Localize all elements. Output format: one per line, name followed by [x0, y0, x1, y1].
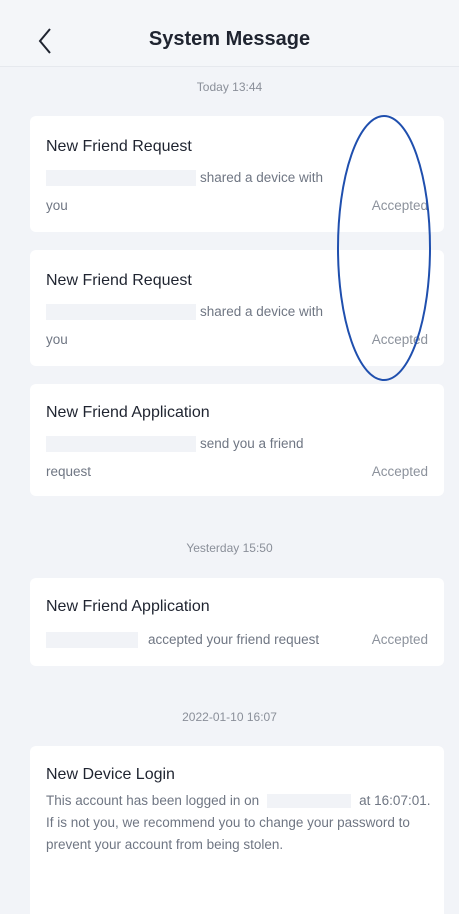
- message-card-friend-application-1[interactable]: New Friend Application send you a friend…: [30, 384, 444, 496]
- message-card-friend-application-2[interactable]: New Friend Application accepted your fri…: [30, 578, 444, 666]
- message-title: New Device Login: [46, 766, 175, 783]
- status-label: Accepted: [371, 198, 428, 213]
- message-text: send you a friend: [200, 436, 304, 451]
- page-title: System Message: [148, 28, 311, 50]
- status-label: Accepted: [371, 632, 428, 647]
- message-card-friend-request-2[interactable]: New Friend Request shared a device with …: [30, 250, 444, 366]
- timestamp-today: Today 13:44: [196, 80, 263, 94]
- message-text: accepted your friend request: [148, 632, 320, 647]
- message-title: New Friend Request: [46, 272, 192, 289]
- message-text: shared a device with: [200, 304, 324, 319]
- redacted-name: [46, 170, 196, 186]
- status-label: Accepted: [371, 332, 428, 347]
- timestamp-yesterday: Yesterday 15:50: [186, 541, 273, 555]
- redacted-name: [46, 632, 138, 648]
- message-title: New Friend Request: [46, 138, 192, 155]
- message-title: New Friend Application: [46, 598, 210, 615]
- message-body: This account has been logged in on at 16:…: [46, 790, 436, 856]
- redacted-name: [46, 304, 196, 320]
- message-card-friend-request-1[interactable]: New Friend Request shared a device with …: [30, 116, 444, 232]
- message-text-continued: you: [46, 332, 68, 347]
- redacted-device: [267, 794, 352, 809]
- message-body-part1: This account has been logged in on: [46, 793, 260, 808]
- message-text-continued: you: [46, 198, 68, 213]
- timestamp-date: 2022-01-10 16:07: [182, 710, 277, 724]
- message-text: shared a device with: [200, 170, 324, 185]
- top-bar: System Message: [0, 0, 459, 67]
- status-label: Accepted: [371, 464, 428, 479]
- message-card-device-login[interactable]: New Device Login This account has been l…: [30, 746, 444, 914]
- redacted-name: [46, 436, 196, 452]
- message-text-continued: request: [46, 464, 92, 479]
- message-title: New Friend Application: [46, 404, 210, 421]
